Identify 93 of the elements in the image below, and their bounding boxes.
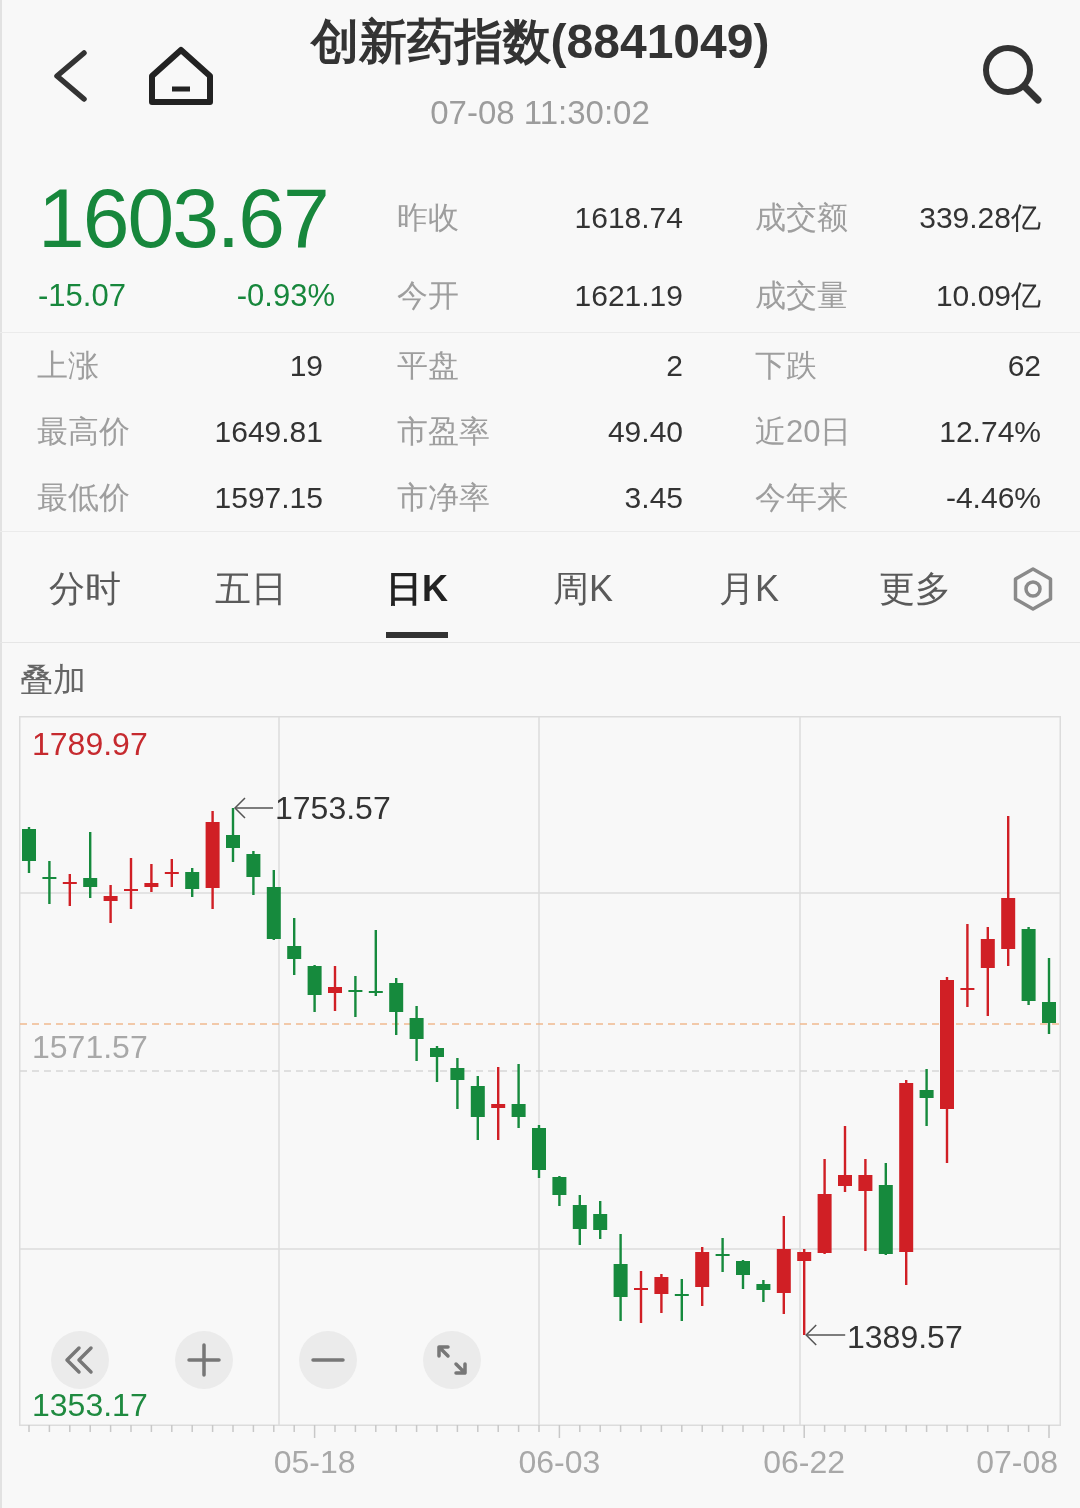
candle [42, 861, 57, 904]
candle [470, 1076, 485, 1140]
field-label: 今开 [397, 277, 459, 315]
candle [103, 885, 118, 923]
candle [287, 918, 302, 975]
candle [430, 1046, 444, 1082]
price-value: 1603.67 [38, 176, 328, 260]
candle [919, 1069, 934, 1126]
candle [634, 1271, 648, 1323]
field-value: 339.28亿 [919, 199, 1041, 236]
stat-value: 49.40 [607, 415, 683, 449]
stat-value: 1597.15 [214, 481, 323, 515]
high-price-label: 1753.57 [275, 790, 391, 826]
candle [674, 1279, 689, 1321]
field-label: 成交额 [755, 199, 848, 237]
candle [532, 1125, 546, 1178]
stat-value: 1649.81 [214, 415, 323, 449]
period-tab[interactable]: 日K [334, 532, 500, 642]
expand-arrows-icon[interactable] [423, 1331, 481, 1389]
candle [368, 930, 383, 996]
candle [593, 1201, 608, 1239]
period-tab[interactable]: 月K [666, 532, 832, 642]
candle [144, 864, 159, 892]
date-label: 05-18 [273, 1444, 356, 1480]
candle [62, 874, 77, 906]
field-label: 昨收 [397, 199, 459, 237]
timestamp: 07-08 11:30:02 [430, 93, 650, 133]
home-icon[interactable] [148, 46, 214, 106]
stat-label: 下跌 [755, 347, 817, 385]
stat-value: 62 [1007, 349, 1041, 383]
stat-label: 最低价 [37, 479, 130, 517]
candle [736, 1260, 750, 1289]
stat-label: 今年来 [755, 479, 848, 517]
candle [511, 1064, 526, 1128]
field-value: 1621.19 [574, 279, 683, 313]
stat-value: 12.74% [939, 415, 1041, 449]
overlay-toggle[interactable]: 叠加 [20, 661, 86, 698]
low-price-label: 1389.57 [847, 1319, 963, 1355]
axis-max-label: 1789.97 [32, 726, 148, 762]
period-tab[interactable]: 更多 [832, 532, 998, 642]
candle [715, 1238, 730, 1272]
page-title: 创新药指数(8841049) [310, 14, 770, 70]
double-chevron-icon[interactable] [51, 1331, 109, 1389]
stat-value: 3.45 [624, 481, 683, 515]
price-change: -15.07 [38, 278, 126, 314]
candle [307, 965, 322, 1012]
candle [838, 1126, 852, 1192]
candle [328, 966, 342, 1011]
stat-label: 最高价 [37, 413, 130, 451]
stat-label: 平盘 [397, 347, 459, 385]
stat-value: 2 [666, 349, 683, 383]
stat-label: 近20日 [755, 413, 852, 451]
stat-value: -4.46% [945, 481, 1041, 515]
candle [246, 851, 261, 895]
axis-min-label: 1353.17 [32, 1387, 148, 1423]
field-value: 1618.74 [574, 201, 683, 235]
search-icon[interactable] [980, 42, 1044, 104]
date-label: 06-22 [763, 1444, 846, 1480]
stat-label: 市净率 [397, 479, 490, 517]
field-value: 10.09亿 [935, 277, 1041, 314]
stat-value: 19 [289, 349, 323, 383]
candle [756, 1280, 771, 1302]
date-label: 06-03 [518, 1444, 601, 1480]
candle [572, 1195, 587, 1245]
stat-label: 上涨 [37, 347, 99, 385]
candle [266, 870, 281, 940]
period-tab[interactable]: 分时 [2, 532, 168, 642]
candle [695, 1247, 710, 1306]
candle [450, 1058, 465, 1109]
period-tab[interactable]: 五日 [168, 532, 334, 642]
candle [389, 978, 404, 1035]
leader-arrow [805, 1324, 846, 1346]
field-label: 成交量 [755, 277, 848, 315]
axis-mid-label: 1571.57 [32, 1029, 148, 1065]
candle [409, 1006, 424, 1061]
back-icon[interactable] [52, 50, 88, 102]
leader-arrow [233, 797, 274, 819]
candle [654, 1274, 669, 1313]
stat-label: 市盈率 [397, 413, 490, 451]
zoom-in-icon[interactable] [175, 1331, 233, 1389]
date-label: 07-08 [976, 1444, 1058, 1480]
settings-icon[interactable] [1013, 567, 1053, 611]
zoom-out-icon[interactable] [299, 1331, 357, 1389]
change-percent: -0.93% [236, 278, 335, 314]
candle [552, 1176, 567, 1206]
candle [348, 976, 363, 1017]
candle [164, 859, 179, 887]
candle [83, 832, 98, 898]
candle [226, 808, 240, 862]
candle [185, 868, 200, 897]
candle [22, 827, 36, 873]
period-tab[interactable]: 周K [500, 532, 666, 642]
candle [124, 858, 138, 909]
